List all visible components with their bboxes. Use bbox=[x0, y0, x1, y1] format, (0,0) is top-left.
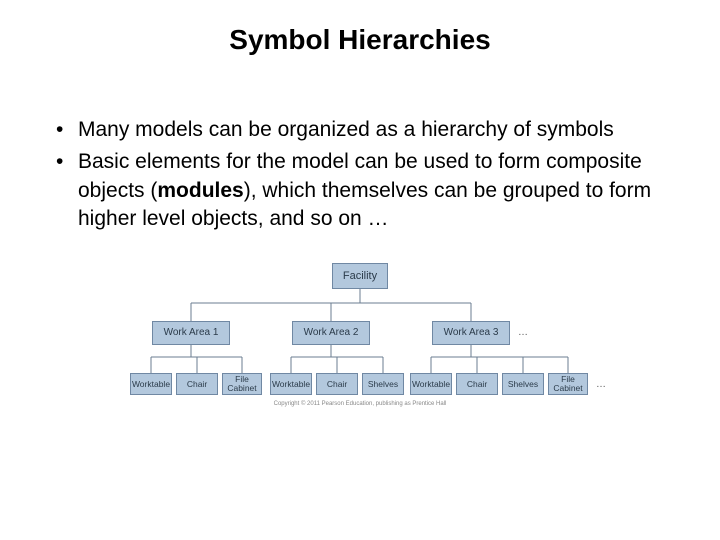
slide-title: Symbol Hierarchies bbox=[40, 24, 680, 56]
node-file-cabinet: FileCabinet bbox=[222, 373, 262, 395]
bullet-list: Many models can be organized as a hierar… bbox=[56, 116, 680, 233]
ellipsis: … bbox=[596, 379, 606, 390]
bullet-bold: modules bbox=[157, 179, 243, 202]
node-worktable: Worktable bbox=[410, 373, 452, 395]
node-chair: Chair bbox=[176, 373, 218, 395]
ellipsis: … bbox=[518, 327, 528, 338]
node-chair: Chair bbox=[456, 373, 498, 395]
node-worktable: Worktable bbox=[130, 373, 172, 395]
node-shelves: Shelves bbox=[502, 373, 544, 395]
diagram-canvas: Facility Work Area 1 Work Area 2 Work Ar… bbox=[100, 263, 620, 413]
slide: Symbol Hierarchies Many models can be or… bbox=[0, 0, 720, 540]
node-work-area-1: Work Area 1 bbox=[152, 321, 230, 345]
hierarchy-diagram: Facility Work Area 1 Work Area 2 Work Ar… bbox=[40, 263, 680, 413]
node-facility: Facility bbox=[332, 263, 388, 289]
bullet-item: Many models can be organized as a hierar… bbox=[56, 116, 680, 144]
node-worktable: Worktable bbox=[270, 373, 312, 395]
copyright-text: Copyright © 2011 Pearson Education, publ… bbox=[100, 401, 620, 407]
bullet-item: Basic elements for the model can be used… bbox=[56, 148, 680, 233]
node-shelves: Shelves bbox=[362, 373, 404, 395]
node-work-area-3: Work Area 3 bbox=[432, 321, 510, 345]
node-file-cabinet: FileCabinet bbox=[548, 373, 588, 395]
node-chair: Chair bbox=[316, 373, 358, 395]
node-work-area-2: Work Area 2 bbox=[292, 321, 370, 345]
